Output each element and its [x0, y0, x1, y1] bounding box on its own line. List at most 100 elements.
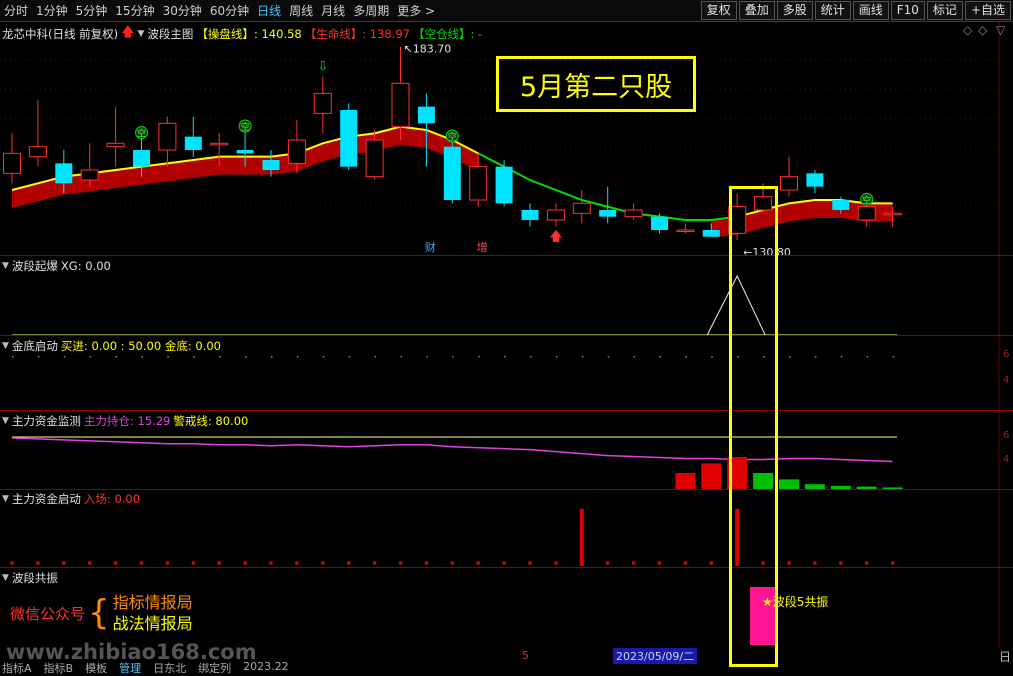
candle-body: [158, 122, 177, 151]
buy-dot: [219, 356, 221, 358]
bottom-tab-1[interactable]: 指标A: [2, 660, 32, 676]
panel5-name[interactable]: 波段共振: [12, 570, 58, 586]
diamond-icon[interactable]: ◇: [963, 23, 972, 37]
add-watchlist-button[interactable]: +自选: [964, 1, 1011, 20]
tab-weekly[interactable]: 周线: [289, 2, 313, 19]
tab-multi-period[interactable]: 多周期: [353, 2, 389, 19]
entry-dot: [113, 561, 118, 565]
panel3-dropdown-icon[interactable]: ▼: [2, 416, 9, 426]
entry-dot: [424, 561, 429, 565]
panel-separator: [0, 410, 1013, 411]
bottom-tab-4[interactable]: 管理: [119, 660, 141, 676]
mark-button[interactable]: 标记: [926, 1, 963, 20]
buy-dot: [141, 356, 143, 358]
candle-body: [210, 142, 229, 146]
tab-more[interactable]: 更多 >: [397, 2, 435, 19]
buy-dot: [167, 356, 169, 358]
f10-button[interactable]: F10: [890, 1, 925, 20]
buy-dot: [892, 356, 895, 358]
entry-dot: [321, 561, 325, 565]
panel4-title: ▼ 主力资金启动 入场: 0.00: [2, 491, 140, 507]
capital-bar: [701, 463, 722, 489]
annotation-box: 5月第二只股: [496, 56, 696, 112]
candle-body: [55, 163, 73, 184]
period-tabs: 分时 1分钟 5分钟 15分钟 30分钟 60分钟 日线 周线 月线 多周期 更…: [4, 2, 435, 19]
panel2-name[interactable]: 金底启动: [12, 338, 58, 354]
entry-dot: [605, 561, 610, 565]
candle-body: [651, 216, 668, 230]
tab-60min[interactable]: 60分钟: [210, 2, 249, 19]
panel2-line: 买进: 0.00 : 50.00 金底: 0.00: [60, 339, 221, 353]
stats-button[interactable]: 统计: [814, 1, 851, 20]
tool-buttons: 复权 叠加 多股 统计 画线 F10 标记 +自选: [699, 1, 1011, 20]
candle-body: [546, 209, 565, 221]
up-arrow-icon: 🡅: [549, 230, 562, 245]
bottom-tab-3[interactable]: 模板: [85, 660, 107, 676]
tab-5min[interactable]: 5分钟: [76, 2, 108, 19]
candle-body: [806, 173, 824, 187]
panel1-dropdown-icon[interactable]: ▼: [2, 261, 9, 271]
candle-body: [469, 166, 488, 201]
draw-line-button[interactable]: 画线: [852, 1, 889, 20]
buy-dot: [426, 356, 428, 358]
buy-dot: [37, 356, 40, 358]
buy-dot: [840, 356, 843, 358]
capital-bar: [779, 479, 799, 489]
entry-dot: [890, 561, 895, 565]
bottom-tab-7[interactable]: 2023.22: [243, 660, 289, 676]
candle-body: [599, 210, 617, 217]
dropdown-icon[interactable]: ▼: [138, 29, 145, 39]
candle-body: [832, 200, 850, 210]
panel3-name[interactable]: 主力资金监测: [12, 413, 81, 429]
bottom-tab-2[interactable]: 指标B: [44, 660, 74, 676]
panel1-title: ▼ 波段起爆 XG: 0.00: [2, 258, 111, 274]
square-icon[interactable]: ◇: [978, 23, 987, 37]
arrow-icon[interactable]: ▽: [996, 23, 1005, 37]
entry-dot: [62, 561, 66, 565]
panel4-name[interactable]: 主力资金启动: [12, 491, 81, 507]
indicator-name[interactable]: 波段主图: [147, 26, 193, 42]
buy-dot: [193, 356, 195, 358]
field3-value: : -: [470, 27, 483, 41]
tab-daily[interactable]: 日线: [257, 2, 281, 19]
fuquan-button[interactable]: 复权: [700, 1, 737, 20]
panel3-title: ▼ 主力资金监测 主力持仓: 15.29 警戒线: 80.00: [2, 413, 248, 429]
wechat-label: 微信公众号: [10, 604, 86, 623]
entry-dot: [191, 561, 196, 565]
highlight-box: [729, 186, 778, 667]
panel2-dropdown-icon[interactable]: ▼: [2, 341, 9, 351]
candle-body: [521, 210, 539, 220]
tab-monthly[interactable]: 月线: [321, 2, 345, 19]
tab-1min[interactable]: 1分钟: [36, 2, 68, 19]
candle-body: [340, 110, 358, 167]
entry-dot: [398, 561, 403, 565]
buy-dot: [530, 356, 532, 358]
candle-body: [495, 166, 513, 204]
candle-body: [133, 150, 150, 167]
multi-stock-button[interactable]: 多股: [776, 1, 813, 20]
signal-kong-label: 空: [862, 194, 871, 206]
buy-dot: [63, 356, 66, 358]
down-arrow-icon: ⇩: [317, 60, 328, 75]
buy-dot: [296, 356, 299, 358]
panel-separator: [0, 335, 1013, 336]
tab-15min[interactable]: 15分钟: [115, 2, 154, 19]
buy-dot: [504, 356, 506, 358]
panel4-dropdown-icon[interactable]: ▼: [2, 494, 9, 504]
candle-body: [857, 206, 876, 221]
right-tick-label: 4: [1003, 454, 1009, 465]
stock-title[interactable]: 龙芯中科(日线 前复权): [2, 26, 118, 42]
buy-dot: [89, 356, 92, 358]
tab-fenshi[interactable]: 分时: [4, 2, 28, 19]
entry-dot: [87, 561, 92, 565]
overlay-button[interactable]: 叠加: [738, 1, 775, 20]
date-label: 2023/05/09/二: [613, 648, 698, 664]
buy-dot: [400, 356, 402, 358]
bottom-tab-5[interactable]: 日东北: [153, 660, 186, 676]
tab-30min[interactable]: 30分钟: [163, 2, 202, 19]
field2-label: 【生命线】: [304, 27, 363, 41]
candle-body: [365, 139, 384, 178]
panel5-dropdown-icon[interactable]: ▼: [2, 573, 9, 583]
panel1-name[interactable]: 波段起爆: [12, 258, 58, 274]
bottom-tab-6[interactable]: 绑定列: [198, 660, 231, 676]
